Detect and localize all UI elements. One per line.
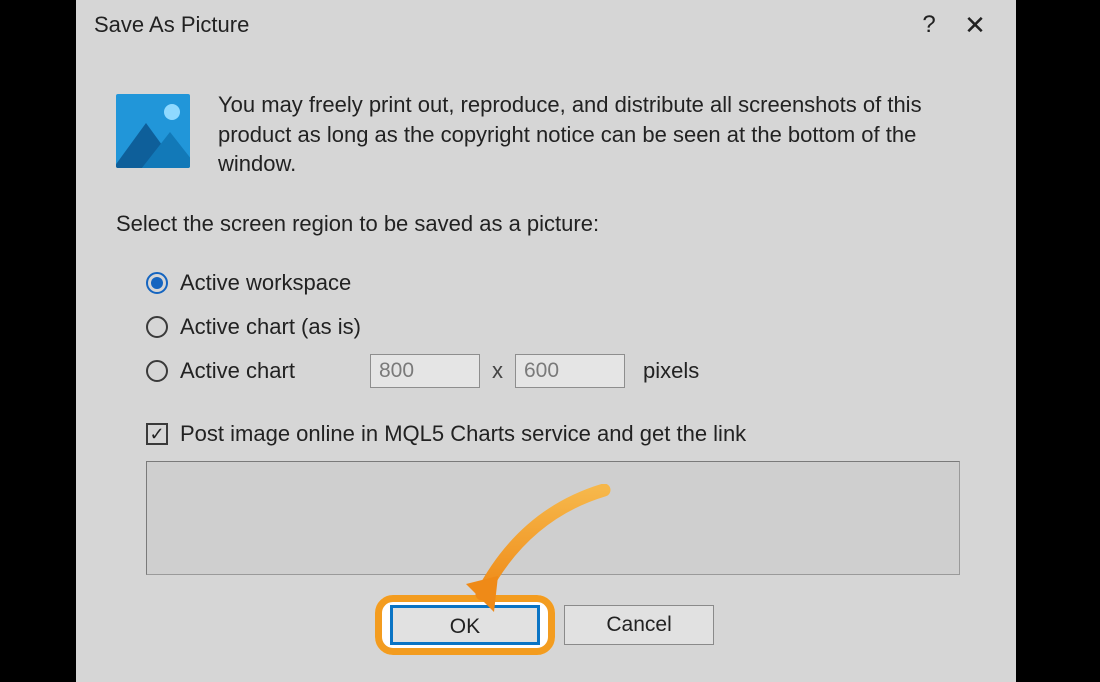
- radio-icon: [146, 272, 168, 294]
- save-as-picture-dialog: Save As Picture ? ✕ You may freely print…: [76, 0, 1016, 682]
- titlebar: Save As Picture ? ✕: [76, 0, 1016, 50]
- option-label: Active chart (as is): [180, 314, 361, 340]
- close-button[interactable]: ✕: [952, 10, 998, 41]
- size-separator: x: [492, 358, 503, 384]
- height-input[interactable]: 600: [515, 354, 625, 388]
- pixels-label: pixels: [643, 358, 699, 384]
- dialog-title: Save As Picture: [94, 12, 906, 38]
- radio-icon: [146, 360, 168, 382]
- region-options: Active workspace Active chart (as is) Ac…: [116, 261, 976, 393]
- button-row: OK Cancel: [116, 595, 976, 655]
- dialog-content: You may freely print out, reproduce, and…: [76, 50, 1016, 655]
- picture-icon: [116, 94, 190, 168]
- intro-text: You may freely print out, reproduce, and…: [218, 90, 958, 179]
- checkbox-label: Post image online in MQL5 Charts service…: [180, 421, 746, 447]
- region-prompt: Select the screen region to be saved as …: [116, 211, 976, 237]
- width-input[interactable]: 800: [370, 354, 480, 388]
- option-active-chart-asis[interactable]: Active chart (as is): [146, 305, 976, 349]
- radio-icon: [146, 316, 168, 338]
- link-output-box: [146, 461, 960, 575]
- intro-row: You may freely print out, reproduce, and…: [116, 90, 976, 179]
- ok-button[interactable]: OK: [390, 605, 540, 645]
- help-button[interactable]: ?: [906, 11, 952, 39]
- option-label: Active workspace: [180, 270, 351, 296]
- checkbox-icon: ✓: [146, 423, 168, 445]
- option-active-chart-custom[interactable]: Active chart 800 x 600 pixels: [146, 349, 976, 393]
- cancel-button[interactable]: Cancel: [564, 605, 714, 645]
- option-label: Active chart: [180, 358, 370, 384]
- check-icon: ✓: [149, 425, 164, 443]
- option-active-workspace[interactable]: Active workspace: [146, 261, 976, 305]
- ok-highlight: OK: [375, 595, 555, 655]
- post-online-checkbox[interactable]: ✓ Post image online in MQL5 Charts servi…: [146, 421, 976, 447]
